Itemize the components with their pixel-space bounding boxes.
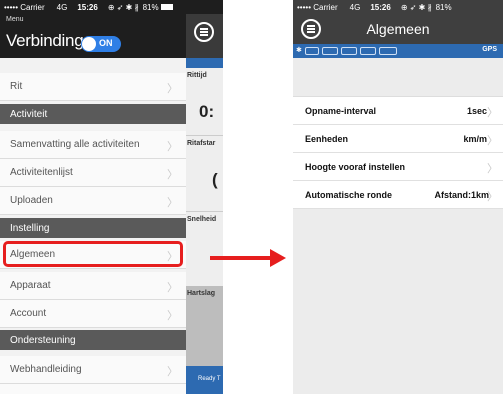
heart-rate-panel: Hartslag <box>186 286 223 366</box>
menu-label: Menu <box>6 16 24 23</box>
speed-label: Snelheid <box>187 216 217 223</box>
chevron-right-icon: 〉 <box>167 197 178 209</box>
row-units[interactable]: Eenheden km/m 〉 <box>293 125 503 153</box>
menu-item-label: Samenvatting alle activiteiten <box>10 139 140 150</box>
ready-bar: Ready T <box>186 366 223 394</box>
menu-item-samenvatting[interactable]: Samenvatting alle activiteiten 〉 <box>0 131 186 159</box>
menu-item-uploaden[interactable]: Uploaden 〉 <box>0 187 186 215</box>
highlight-frame <box>3 241 183 267</box>
section-header-instelling: Instelling <box>0 218 186 238</box>
sensor-badge-icon <box>379 47 397 55</box>
menu-item-label: Account <box>10 308 47 319</box>
sensor-badge-icon <box>322 47 338 55</box>
menu-button[interactable] <box>194 22 214 42</box>
settings-header: Algemeen <box>293 14 503 44</box>
ready-label: Ready T <box>198 376 221 382</box>
menu-item-label: Rit <box>10 81 23 92</box>
menu-item-rit[interactable]: Rit 〉 <box>0 73 186 101</box>
chevron-right-icon: 〉 <box>487 107 498 119</box>
section-label: Activiteit <box>10 109 48 120</box>
heart-rate-label: Hartslag <box>187 290 216 297</box>
ride-time-label: Rittijd <box>187 72 207 79</box>
row-auto-lap[interactable]: Automatische ronde Afstand:1km 〉 <box>293 181 503 209</box>
menu-item-label: Uploaden <box>10 195 53 206</box>
row-value: Afstand:1km <box>434 190 489 200</box>
menu-item-apparaat[interactable]: Apparaat 〉 <box>0 272 186 300</box>
row-label: Hoogte vooraf instellen <box>305 162 406 172</box>
peek-header <box>186 14 223 58</box>
row-value: 1sec <box>466 106 487 116</box>
row-label: Opname-interval <box>305 106 377 116</box>
row-value: km/m <box>463 134 487 144</box>
arrow-right-icon <box>270 249 286 267</box>
chevron-right-icon: 〉 <box>487 163 498 175</box>
status-bar: ••••• Carrier 4G 15:26 ⊕ ➶ ✱ ∦ 81% <box>0 0 223 14</box>
network-label: 4G <box>349 2 361 12</box>
carrier-label: ••••• Carrier <box>297 2 338 12</box>
connection-toggle[interactable]: ON <box>81 36 121 52</box>
settings-list: Opname-interval 1sec 〉 Eenheden km/m 〉 H… <box>293 96 503 209</box>
menu-header: Menu Verbinding ON <box>0 14 186 58</box>
sensor-badge-icon <box>305 47 319 55</box>
row-preset-altitude[interactable]: Hoogte vooraf instellen 〉 <box>293 153 503 181</box>
chevron-right-icon: 〉 <box>167 141 178 153</box>
sensor-badge-icon <box>360 47 376 55</box>
menu-item-label: Webhandleiding <box>10 364 82 375</box>
menu-screen: ••••• Carrier 4G 15:26 ⊕ ➶ ✱ ∦ 81% Menu … <box>0 0 223 394</box>
chevron-right-icon: 〉 <box>167 310 178 322</box>
chevron-right-icon: 〉 <box>167 366 178 378</box>
carrier-label: ••••• Carrier <box>4 2 45 12</box>
menu-item-activiteitenlijst[interactable]: Activiteitenlijst 〉 <box>0 159 186 187</box>
menu-item-label: Apparaat <box>10 280 51 291</box>
status-icons: ⊕ ➶ ✱ ∦ <box>107 2 139 12</box>
battery-label: 81% <box>435 2 452 12</box>
chevron-right-icon: 〉 <box>167 282 178 294</box>
connection-title: Verbinding <box>6 31 84 50</box>
menu-item-partial <box>0 384 186 394</box>
battery-label: 81% <box>142 2 159 12</box>
section-header-activiteit: Activiteit <box>0 104 186 124</box>
row-recording-interval[interactable]: Opname-interval 1sec 〉 <box>293 97 503 125</box>
gps-label: GPS <box>482 46 497 53</box>
toggle-label: ON <box>99 38 113 48</box>
time-label: 15:26 <box>77 2 98 12</box>
general-settings-screen: ••••• Carrier 4G 15:26 ⊕ ➶ ✱ ∦ 81% Algem… <box>293 0 503 394</box>
section-label: Instelling <box>10 223 50 234</box>
status-bar: ••••• Carrier 4G 15:26 ⊕ ➶ ✱ ∦ 81% <box>293 0 503 14</box>
bluetooth-icon: ✱ <box>296 47 302 54</box>
chevron-right-icon: 〉 <box>167 169 178 181</box>
chevron-right-icon: 〉 <box>487 191 498 203</box>
divider <box>186 135 223 136</box>
menu-item-webhandleiding[interactable]: Webhandleiding 〉 <box>0 356 186 384</box>
ride-distance-value: ( <box>212 170 218 189</box>
divider <box>186 211 223 212</box>
arrow-line <box>210 256 272 260</box>
toggle-knob <box>82 37 96 51</box>
chevron-right-icon: 〉 <box>487 135 498 147</box>
time-label: 15:26 <box>370 2 391 12</box>
chevron-right-icon: 〉 <box>167 83 178 95</box>
ride-time-value: 0: <box>199 102 215 121</box>
sensor-badge-icon <box>341 47 357 55</box>
section-label: Ondersteuning <box>10 335 76 346</box>
menu-item-label: Activiteitenlijst <box>10 167 73 178</box>
menu-item-account[interactable]: Account 〉 <box>0 300 186 328</box>
battery-icon <box>160 4 173 10</box>
row-label: Automatische ronde <box>305 190 393 200</box>
status-icons: ⊕ ➶ ✱ ∦ <box>400 2 432 12</box>
ride-distance-label: Ritafstar <box>187 140 216 147</box>
page-title: Algemeen <box>366 21 430 37</box>
network-label: 4G <box>56 2 68 12</box>
section-header-ondersteuning: Ondersteuning <box>0 330 186 350</box>
underlying-screen-peek: Rittijd 0: Ritafstar ( Snelheid Hartslag… <box>186 14 223 394</box>
sensor-status-bar: ✱ GPS <box>293 44 503 58</box>
peek-status-strip <box>186 58 223 68</box>
row-label: Eenheden <box>305 134 349 144</box>
